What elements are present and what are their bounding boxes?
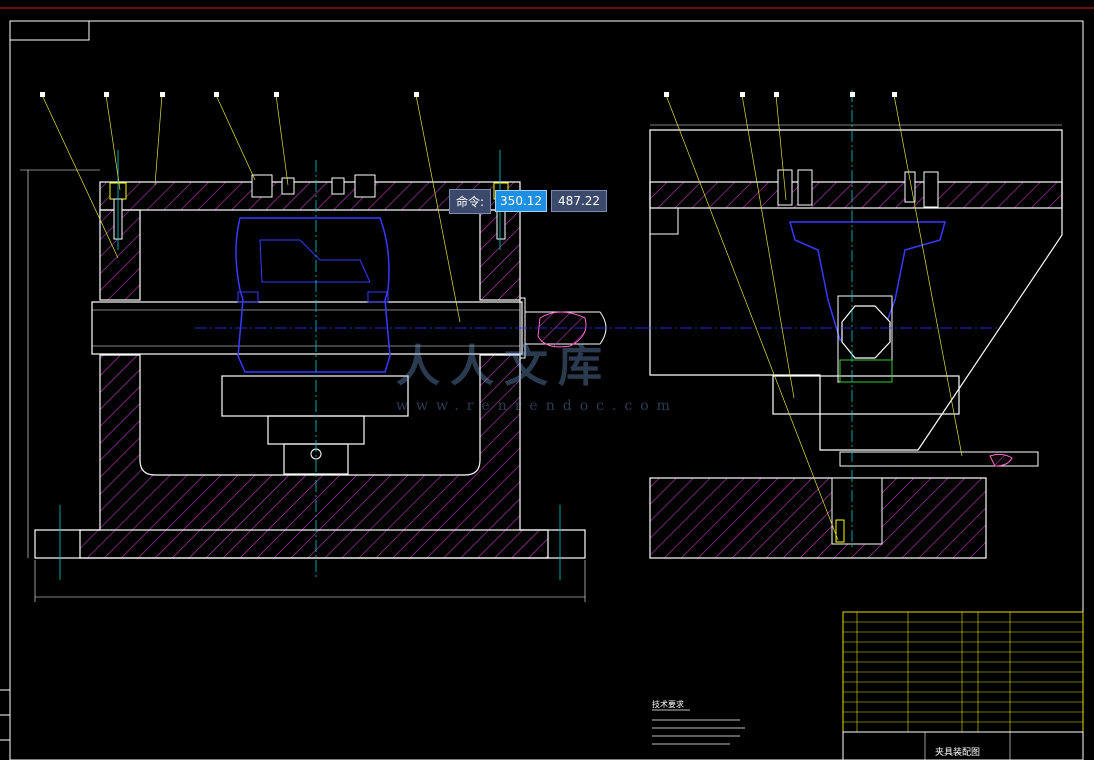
command-label: 命令: xyxy=(449,188,492,214)
bolt-head xyxy=(251,174,273,198)
watermark-text: 人人文库 xyxy=(396,341,612,392)
leader-line xyxy=(105,94,121,191)
watermark-url: www.renrendoc.com xyxy=(396,398,678,414)
leader-line xyxy=(665,94,839,541)
watermark: 人人文库 www.renrendoc.com xyxy=(396,330,678,414)
balloon-mark xyxy=(274,92,279,97)
bolt-head xyxy=(354,174,376,198)
notes-title: 技术要求 xyxy=(652,700,684,709)
hex-nut xyxy=(841,305,891,359)
leader-line xyxy=(41,94,119,259)
side-view xyxy=(640,90,1063,559)
leader-line xyxy=(275,94,289,186)
balloon-mark xyxy=(664,92,669,97)
balloon-mark xyxy=(740,92,745,97)
side-slot xyxy=(831,477,883,545)
balloon-mark xyxy=(774,92,779,97)
technical-notes xyxy=(652,709,745,745)
drawing-name: 夹具装配图 xyxy=(935,748,981,758)
leader-line xyxy=(215,94,256,181)
frame-title-tab xyxy=(9,20,90,41)
side-housing xyxy=(649,129,1063,451)
workpiece-detail xyxy=(259,239,371,283)
side-bolt xyxy=(923,171,939,208)
support-block xyxy=(221,375,409,417)
side-green-box xyxy=(839,359,893,383)
balloon-mark xyxy=(40,92,45,97)
balloon-mark xyxy=(214,92,219,97)
side-rod-knob xyxy=(989,453,1013,467)
side-bolt xyxy=(797,169,813,206)
leader-line xyxy=(741,94,795,399)
bom-table xyxy=(842,611,1084,760)
balloon-mark xyxy=(414,92,419,97)
coordinate-y-input[interactable]: 487.22 xyxy=(551,190,608,212)
leader-line xyxy=(154,94,163,186)
balloon-mark xyxy=(160,92,165,97)
dynamic-input[interactable]: 命令: 350.12 487.22 xyxy=(449,188,608,214)
side-left-step xyxy=(649,207,679,235)
side-base xyxy=(649,477,987,559)
leader-line xyxy=(893,94,963,457)
balloon-mark xyxy=(104,92,109,97)
coordinate-x-input[interactable]: 350.12 xyxy=(495,190,548,212)
bolt-head xyxy=(331,177,345,195)
balloon-mark xyxy=(850,92,855,97)
balloon-mark xyxy=(892,92,897,97)
side-top-plate xyxy=(649,181,1063,209)
bolt-head xyxy=(281,177,295,195)
